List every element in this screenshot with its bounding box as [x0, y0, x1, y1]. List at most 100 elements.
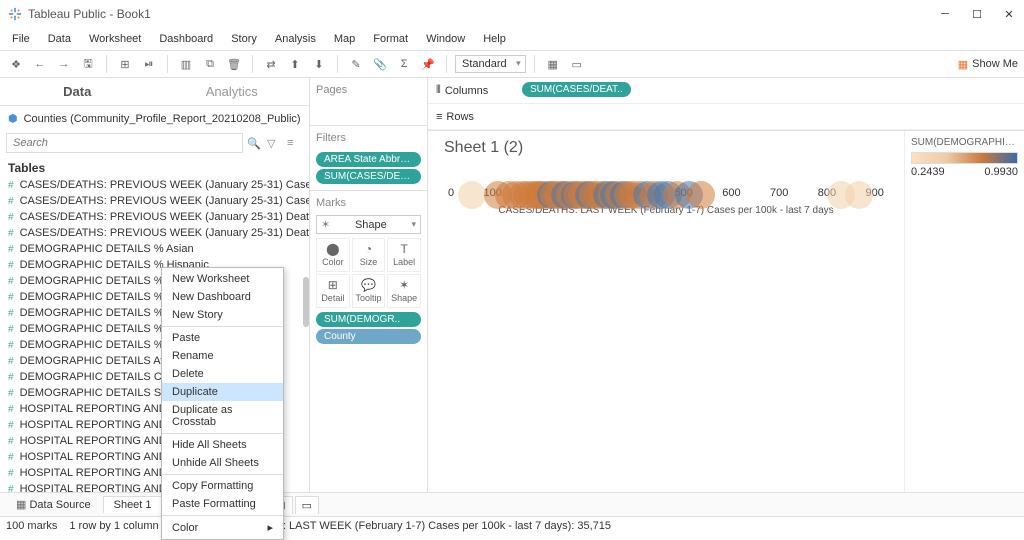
- ctx-delete[interactable]: Delete: [162, 365, 283, 383]
- marks-tooltip[interactable]: 💬Tooltip: [352, 274, 386, 308]
- save-button[interactable]: 🖫: [78, 54, 98, 74]
- totals-button[interactable]: Σ: [394, 54, 414, 74]
- submenu-arrow-icon: ▸: [267, 521, 273, 534]
- analytics-tab[interactable]: Analytics: [155, 78, 310, 105]
- filter-icon[interactable]: ▽: [267, 137, 283, 150]
- search-input[interactable]: [6, 133, 243, 153]
- menu-window[interactable]: Window: [418, 31, 473, 47]
- marks-shape[interactable]: ✶Shape: [387, 274, 421, 308]
- ctx-new-worksheet[interactable]: New Worksheet: [162, 270, 283, 288]
- menu-story[interactable]: Story: [223, 31, 265, 47]
- pages-shelf-title: Pages: [316, 82, 421, 102]
- legend-gradient: [911, 152, 1018, 164]
- measure-icon: #: [8, 388, 14, 399]
- ctx-new-dashboard[interactable]: New Dashboard: [162, 288, 283, 306]
- chart-area[interactable]: 0100200300400500600700800900 CASES/DEATH…: [444, 187, 888, 337]
- filter-pill[interactable]: AREA State Abbrevia..: [316, 152, 421, 167]
- show-me-button[interactable]: ▦Show Me: [958, 58, 1018, 71]
- columns-pill[interactable]: SUM(CASES/DEAT..: [522, 82, 631, 97]
- new-datasource-button[interactable]: ⊞: [115, 54, 135, 74]
- ctx-new-story[interactable]: New Story: [162, 306, 283, 324]
- marks-shelf-title: Marks: [316, 195, 421, 215]
- field-item[interactable]: #CASES/DEATHS: PREVIOUS WEEK (January 25…: [0, 193, 309, 209]
- data-tab[interactable]: Data: [0, 78, 155, 105]
- color-legend[interactable]: SUM(DEMOGRAPHIC D.. 0.2439 0.9930: [904, 131, 1024, 492]
- measure-icon: #: [8, 372, 14, 383]
- scrollbar-thumb[interactable]: [303, 277, 309, 327]
- minimize-button[interactable]: ─: [938, 7, 952, 21]
- menu-data[interactable]: Data: [40, 31, 79, 47]
- tick-label: 700: [770, 187, 788, 199]
- presentation-button[interactable]: ▭: [567, 54, 587, 74]
- search-icon[interactable]: 🔍: [247, 137, 263, 150]
- menu-analysis[interactable]: Analysis: [267, 31, 324, 47]
- marks-color[interactable]: ⬤Color: [316, 238, 350, 272]
- marks-size[interactable]: ◔Size: [352, 238, 386, 272]
- pause-button[interactable]: ⏯: [139, 54, 159, 74]
- ctx-rename[interactable]: Rename: [162, 347, 283, 365]
- sort-desc-button[interactable]: ⬇: [309, 54, 329, 74]
- clear-button[interactable]: 🗑: [224, 54, 244, 74]
- ctx-paste: Paste: [162, 329, 283, 347]
- window-title: Tableau Public - Book1: [28, 7, 938, 21]
- duplicate-button[interactable]: ⧉: [200, 54, 220, 74]
- view-options-icon[interactable]: ≡: [287, 137, 303, 149]
- measure-icon: #: [8, 468, 14, 479]
- pin-button[interactable]: 📌: [418, 54, 438, 74]
- swap-button[interactable]: ⇄: [261, 54, 281, 74]
- measure-icon: #: [8, 308, 14, 319]
- field-item[interactable]: #CASES/DEATHS: PREVIOUS WEEK (January 25…: [0, 177, 309, 193]
- field-item[interactable]: #DEMOGRAPHIC DETAILS % Asian: [0, 241, 309, 257]
- measure-icon: #: [8, 340, 14, 351]
- menu-worksheet[interactable]: Worksheet: [81, 31, 149, 47]
- marks-label[interactable]: TLabel: [387, 238, 421, 272]
- menu-help[interactable]: Help: [475, 31, 514, 47]
- mark-type-dropdown[interactable]: ✶Shape▾: [316, 215, 421, 234]
- datasource-tab[interactable]: ▦ Data Source: [6, 496, 101, 513]
- group-button[interactable]: 📎: [370, 54, 390, 74]
- shape-icon: ✶: [388, 278, 420, 292]
- cards-button[interactable]: ▦: [543, 54, 563, 74]
- ctx-unhide-all: Unhide All Sheets: [162, 454, 283, 472]
- ctx-copy-formatting[interactable]: Copy Formatting: [162, 477, 283, 495]
- menu-file[interactable]: File: [4, 31, 38, 47]
- data-mark[interactable]: [458, 181, 486, 209]
- measure-icon: #: [8, 436, 14, 447]
- menu-map[interactable]: Map: [326, 31, 363, 47]
- back-button[interactable]: ←: [30, 54, 50, 74]
- field-item[interactable]: #CASES/DEATHS: PREVIOUS WEEK (January 25…: [0, 209, 309, 225]
- sheet-title[interactable]: Sheet 1 (2): [444, 139, 888, 157]
- filter-pill[interactable]: SUM(CASES/DEAT..: [316, 169, 421, 184]
- tableau-icon[interactable]: ❖: [6, 54, 26, 74]
- measure-icon: #: [8, 228, 14, 239]
- highlight-button[interactable]: ✎: [346, 54, 366, 74]
- rows-icon: ≡: [436, 111, 442, 123]
- new-worksheet-button[interactable]: ▥: [176, 54, 196, 74]
- sheet-tab[interactable]: Sheet 1: [103, 496, 163, 513]
- ctx-duplicate[interactable]: Duplicate: [162, 383, 283, 401]
- ctx-duplicate-crosstab[interactable]: Duplicate as Crosstab: [162, 401, 283, 431]
- close-button[interactable]: ✕: [1002, 7, 1016, 21]
- forward-button[interactable]: →: [54, 54, 74, 74]
- measure-icon: #: [8, 324, 14, 335]
- menu-dashboard[interactable]: Dashboard: [151, 31, 221, 47]
- legend-title: SUM(DEMOGRAPHIC D..: [911, 137, 1018, 148]
- mark-pill[interactable]: SUM(DEMOGR..: [316, 312, 421, 327]
- menu-format[interactable]: Format: [365, 31, 416, 47]
- maximize-button[interactable]: ☐: [970, 7, 984, 21]
- columns-shelf-label: ⦀Columns: [428, 84, 516, 97]
- color-icon: ⬤: [317, 242, 349, 256]
- datasource-row[interactable]: ⬢ Counties (Community_Profile_Report_202…: [0, 106, 309, 131]
- sort-asc-button[interactable]: ⬆: [285, 54, 305, 74]
- fit-dropdown[interactable]: Standard: [455, 55, 526, 73]
- measure-icon: #: [8, 260, 14, 271]
- field-item[interactable]: #CASES/DEATHS: PREVIOUS WEEK (January 25…: [0, 225, 309, 241]
- new-story-tab[interactable]: ▭: [295, 496, 319, 514]
- measure-icon: #: [8, 180, 14, 191]
- mark-pill[interactable]: County: [316, 329, 421, 344]
- tooltip-icon: 💬: [353, 278, 385, 292]
- sheet-context-menu: New Worksheet New Dashboard New Story Pa…: [161, 267, 284, 540]
- data-mark[interactable]: [687, 181, 715, 209]
- marks-detail[interactable]: ⊞Detail: [316, 274, 350, 308]
- size-icon: ◔: [353, 242, 385, 256]
